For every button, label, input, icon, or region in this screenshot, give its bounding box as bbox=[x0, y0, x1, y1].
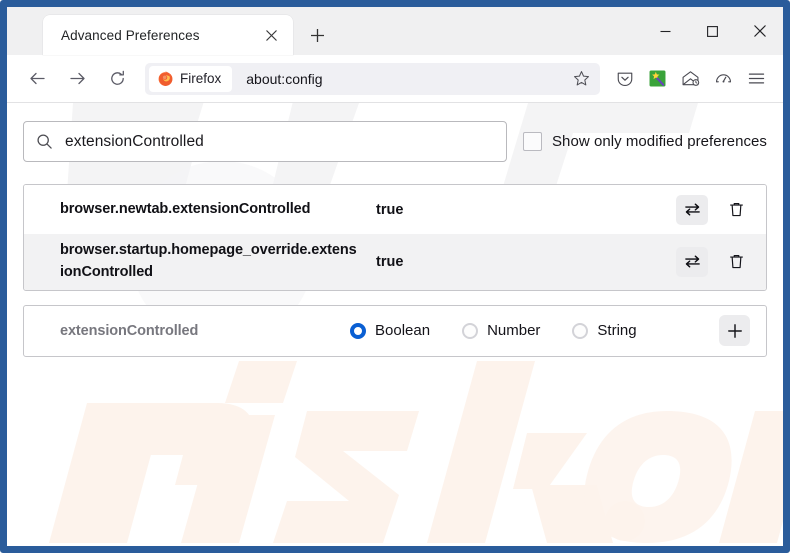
new-pref-name: extensionControlled bbox=[60, 322, 199, 339]
tab-close-icon[interactable] bbox=[259, 23, 283, 47]
radio-string-label: String bbox=[597, 322, 637, 339]
toggle-boolean-icon[interactable] bbox=[676, 246, 708, 277]
tab-advanced-preferences[interactable]: Advanced Preferences bbox=[43, 15, 293, 55]
new-tab-button[interactable] bbox=[301, 19, 333, 51]
toggle-boolean-icon[interactable] bbox=[676, 194, 708, 225]
browser-window-inner: Advanced Preferences Firefox about:confi… bbox=[7, 7, 783, 546]
address-bar[interactable]: Firefox about:config bbox=[145, 62, 600, 95]
show-modified-checkbox-row[interactable]: Show only modified preferences bbox=[523, 132, 767, 151]
radio-number[interactable]: Number bbox=[462, 322, 540, 339]
back-icon[interactable] bbox=[21, 63, 53, 95]
browser-window: Advanced Preferences Firefox about:confi… bbox=[0, 0, 790, 553]
radio-boolean[interactable]: Boolean bbox=[350, 322, 430, 339]
tab-strip: Advanced Preferences bbox=[7, 7, 783, 55]
search-input[interactable]: extensionControlled bbox=[23, 121, 507, 162]
reload-icon[interactable] bbox=[101, 63, 133, 95]
new-pref-type-group: Boolean Number String bbox=[350, 322, 719, 339]
search-icon bbox=[36, 133, 53, 150]
add-preference-button[interactable] bbox=[719, 315, 750, 346]
add-preference-row: extensionControlled Boolean Number Strin… bbox=[23, 304, 767, 357]
row-actions bbox=[676, 194, 750, 225]
navigation-toolbar: Firefox about:config bbox=[7, 55, 783, 103]
pref-name: browser.startup.homepage_override.extens… bbox=[60, 242, 357, 280]
preferences-table: browser.newtab.extensionControlled true bbox=[23, 184, 767, 291]
window-controls bbox=[642, 7, 783, 55]
delete-icon[interactable] bbox=[722, 247, 750, 277]
pref-name: browser.newtab.extensionControlled bbox=[60, 200, 311, 217]
search-input-value: extensionControlled bbox=[65, 132, 204, 150]
firefox-logo-icon bbox=[158, 71, 173, 86]
page-body: extensionControlled Show only modified p… bbox=[7, 103, 783, 357]
forward-icon[interactable] bbox=[61, 63, 93, 95]
mail-icon[interactable] bbox=[674, 63, 707, 95]
table-row[interactable]: browser.newtab.extensionControlled true bbox=[24, 185, 766, 234]
hamburger-menu-icon[interactable] bbox=[740, 63, 773, 95]
bookmark-star-icon[interactable] bbox=[566, 65, 596, 93]
table-row[interactable]: browser.startup.homepage_override.extens… bbox=[24, 234, 766, 290]
radio-number-dot[interactable] bbox=[462, 322, 479, 339]
firefox-brand-label: Firefox bbox=[180, 71, 222, 86]
pocket-icon[interactable] bbox=[608, 63, 641, 95]
address-bar-url: about:config bbox=[246, 70, 323, 87]
delete-icon[interactable] bbox=[722, 195, 750, 225]
firefox-brand-chip: Firefox bbox=[149, 65, 233, 92]
radio-boolean-dot[interactable] bbox=[350, 322, 366, 339]
search-row: extensionControlled Show only modified p… bbox=[23, 121, 767, 162]
show-modified-label: Show only modified preferences bbox=[552, 133, 767, 150]
radio-string-dot[interactable] bbox=[572, 322, 589, 339]
radio-string[interactable]: String bbox=[572, 322, 637, 339]
row-actions bbox=[676, 246, 750, 277]
about-config-page: extensionControlled Show only modified p… bbox=[7, 103, 783, 544]
extension-wand-icon[interactable] bbox=[641, 63, 674, 95]
pref-value: true bbox=[376, 201, 404, 218]
speedometer-icon[interactable] bbox=[707, 63, 740, 95]
radio-number-label: Number bbox=[487, 322, 541, 339]
window-maximize-button[interactable] bbox=[689, 11, 736, 51]
window-minimize-button[interactable] bbox=[642, 11, 689, 51]
radio-boolean-label: Boolean bbox=[375, 322, 431, 339]
window-close-button[interactable] bbox=[736, 11, 783, 51]
tab-title: Advanced Preferences bbox=[61, 27, 200, 43]
show-modified-checkbox[interactable] bbox=[523, 132, 542, 151]
pref-value: true bbox=[376, 253, 404, 270]
